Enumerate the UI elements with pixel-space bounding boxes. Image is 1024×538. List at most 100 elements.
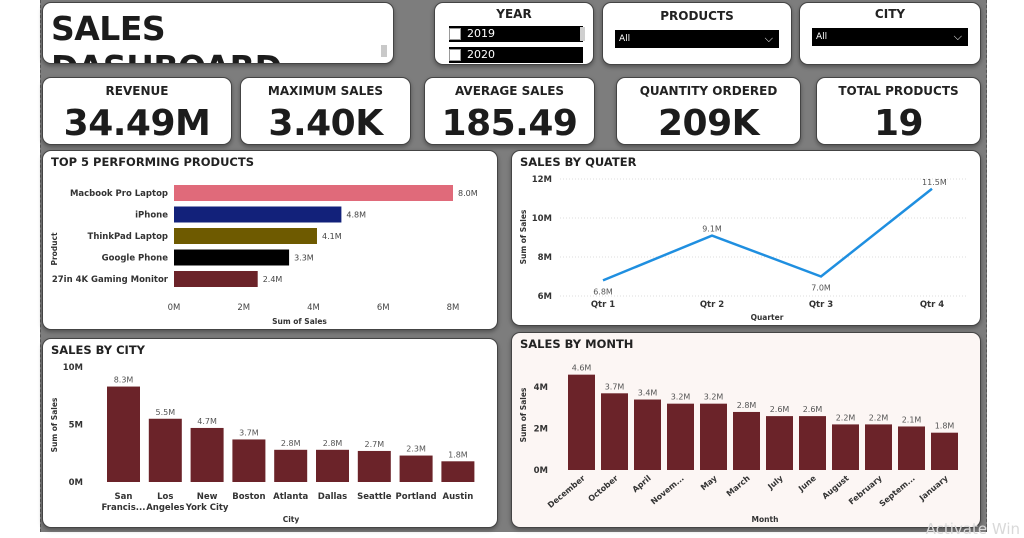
bar: [174, 249, 290, 266]
bar: [107, 386, 140, 482]
category-label: iPhone: [135, 211, 168, 221]
activation-watermark: Activate Win: [925, 520, 1020, 538]
data-label: 3.4M: [638, 389, 658, 398]
data-label: 4.6M: [572, 364, 592, 373]
products-dropdown[interactable]: All ⌵: [615, 30, 779, 48]
x-tick-label: December: [546, 474, 587, 510]
y-tick-label: 4M: [534, 383, 548, 393]
data-label: 2.8M: [737, 401, 757, 410]
bar: [316, 449, 349, 482]
year-option-2020[interactable]: 2020: [449, 47, 583, 63]
city-dropdown[interactable]: All ⌵: [812, 28, 968, 46]
sales-by-city-chart: SALES BY CITY 0M 5M 10M 8.3M San Francis... 5.…: [42, 338, 498, 528]
sales-by-city-svg: 0M 5M 10M 8.3M San Francis... 5.5M Los Angeles 4.…: [50, 363, 475, 524]
x-tick-label: San Francis...: [102, 492, 146, 513]
bar: [601, 393, 628, 470]
bar: [568, 374, 595, 470]
category-label: ThinkPad Laptop: [88, 232, 168, 242]
data-label: 3.2M: [671, 393, 691, 402]
bar: [399, 455, 433, 482]
x-tick-label: 0M: [168, 303, 181, 313]
x-tick-label: Novem...: [649, 474, 686, 507]
city-slicer-title: CITY: [874, 7, 906, 21]
data-label: 3.7M: [239, 428, 259, 437]
top5-products-svg: Macbook Pro Laptop 8.0M iPhone 4.8M ThinkPad…: [50, 185, 478, 326]
kpi-label: MAXIMUM SALES: [267, 84, 384, 98]
kpi-value: 34.49M: [63, 103, 211, 144]
y-tick-label: 0M: [69, 478, 83, 488]
x-tick-label: 6M: [377, 303, 390, 313]
chevron-down-icon: ⌵: [953, 30, 962, 43]
x-axis-title: Sum of Sales: [272, 317, 327, 326]
city-dropdown-value: All: [816, 32, 828, 42]
bar: [174, 185, 453, 201]
kpi-revenue: REVENUE 34.49M: [42, 77, 232, 145]
category-label: 27in 4K Gaming Monitor: [52, 275, 169, 285]
kpi-maximum-sales: MAXIMUM SALES 3.40K: [240, 77, 411, 145]
bar: [232, 439, 266, 482]
x-tick-label: May: [699, 473, 719, 492]
data-label: 2.2M: [836, 413, 856, 422]
series-line: [602, 187, 933, 282]
x-tick-label: Qtr 1: [591, 300, 615, 310]
data-label: 2.2M: [869, 413, 889, 422]
data-label: 2.8M: [323, 439, 343, 448]
data-label: 6.8M: [593, 287, 613, 296]
top5-products-chart: TOP 5 PERFORMING PRODUCTS Macbook Pro La…: [42, 150, 498, 330]
x-axis-title: Quarter: [751, 313, 784, 322]
data-label: 7.0M: [811, 284, 831, 293]
y-tick-label: 6M: [538, 292, 552, 302]
title-scrollbar[interactable]: [381, 45, 387, 57]
data-label: 1.8M: [935, 422, 955, 431]
data-label: 8.0M: [458, 189, 478, 198]
y-tick-label: 8M: [538, 253, 552, 263]
sales-by-quarter-chart: SALES BY QUATER 6M 8M 10M 12M 6.8M Qtr 1 9.1M Q…: [511, 150, 981, 326]
products-slicer: PRODUCTS All ⌵: [602, 2, 792, 65]
kpi-label: QUANTITY ORDERED: [639, 84, 778, 98]
x-tick-label: 8M: [447, 303, 460, 313]
kpi-label: REVENUE: [105, 84, 169, 98]
x-tick-label: Dallas: [318, 492, 347, 502]
bar: [700, 403, 727, 470]
y-axis-title: Sum of Sales: [50, 397, 59, 452]
bar: [274, 449, 308, 482]
y-tick-label: 10M: [532, 214, 552, 224]
data-label: 4.8M: [346, 211, 366, 220]
year-option-label: 2019: [467, 27, 495, 40]
data-label: 3.3M: [294, 254, 314, 263]
bar: [865, 424, 892, 470]
bar: [190, 427, 224, 482]
year-option-2019[interactable]: 2019: [449, 26, 583, 42]
bar: [799, 416, 826, 470]
bar: [174, 206, 342, 223]
x-tick-label: April: [631, 473, 653, 494]
x-tick-label: October: [586, 474, 619, 504]
x-tick-label: Atlanta: [273, 492, 308, 502]
year-scrollbar[interactable]: [580, 27, 585, 41]
bar: [357, 450, 391, 482]
bar: [174, 228, 317, 244]
checkbox[interactable]: [449, 28, 461, 40]
x-axis-title: Month: [752, 515, 779, 524]
x-axis-title: City: [283, 515, 300, 524]
x-tick-label: Boston: [232, 492, 265, 502]
page-title: SALES DASHBOARD: [51, 9, 282, 63]
bar: [931, 432, 958, 470]
x-tick-label: 2M: [237, 303, 250, 313]
data-label: 1.8M: [448, 450, 468, 459]
x-tick-label: June: [796, 473, 818, 494]
bar: [174, 271, 258, 287]
year-slicer-title: YEAR: [496, 7, 532, 21]
bar: [898, 426, 925, 470]
sales-by-quarter-svg: 6M 8M 10M 12M 6.8M Qtr 1 9.1M Qtr 2 7.0M Qtr 3 11.…: [519, 175, 967, 322]
x-tick-label: January: [917, 473, 950, 503]
x-tick-label: July: [765, 473, 785, 492]
products-slicer-title: PRODUCTS: [660, 9, 734, 23]
kpi-quantity-ordered: QUANTITY ORDERED 209K: [616, 77, 801, 145]
kpi-label: TOTAL PRODUCTS: [838, 84, 959, 98]
data-label: 5.5M: [155, 408, 175, 417]
data-label: 2.6M: [803, 405, 823, 414]
checkbox[interactable]: [449, 49, 461, 61]
x-tick-label: Seattle: [357, 492, 392, 502]
y-tick-label: 2M: [534, 425, 548, 435]
